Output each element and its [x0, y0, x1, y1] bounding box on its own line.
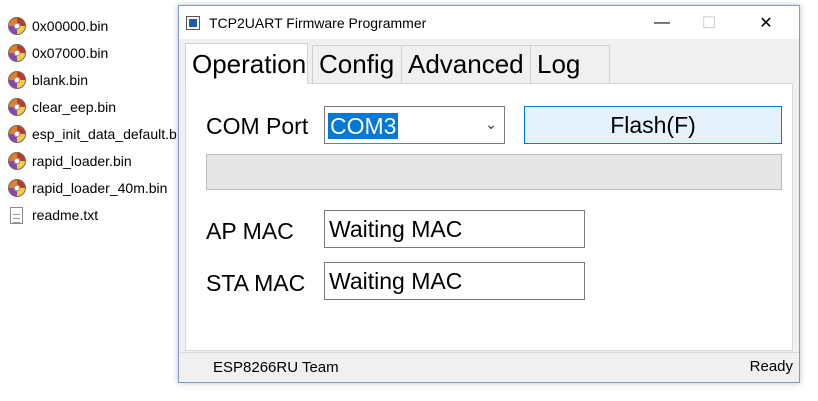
file-item-esp-init-data[interactable]: esp_init_data_default.b — [8, 123, 177, 145]
programmer-window: TCP2UART Firmware Programmer — ☐ ✕ Opera… — [178, 5, 800, 383]
close-button[interactable]: ✕ — [743, 6, 789, 39]
file-item-0x00000[interactable]: 0x00000.bin — [8, 15, 108, 37]
tab-operation[interactable]: Operation — [185, 43, 308, 84]
file-item-readme[interactable]: readme.txt — [8, 204, 98, 226]
sta-mac-field[interactable]: Waiting MAC — [324, 262, 585, 300]
flash-button[interactable]: Flash(F) — [524, 106, 782, 144]
file-name: rapid_loader.bin — [32, 153, 132, 169]
file-name: 0x07000.bin — [32, 45, 109, 61]
file-item-rapid-loader[interactable]: rapid_loader.bin — [8, 150, 132, 172]
disc-file-icon — [8, 44, 26, 62]
file-item-rapid-loader-40m[interactable]: rapid_loader_40m.bin — [8, 177, 167, 199]
minimize-button[interactable]: — — [639, 6, 685, 39]
status-team: ESP8266RU Team — [213, 359, 339, 376]
disc-file-icon — [8, 98, 26, 116]
disc-file-icon — [8, 125, 26, 143]
disc-file-icon — [8, 152, 26, 170]
status-state: Ready — [749, 358, 793, 375]
file-name: blank.bin — [32, 72, 89, 88]
window-title: TCP2UART Firmware Programmer — [209, 15, 427, 31]
file-item-0x07000[interactable]: 0x07000.bin — [8, 42, 108, 64]
explorer-file-list: 0x00000.bin 0x07000.bin blank.bin clear_… — [0, 0, 180, 401]
disc-file-icon — [8, 71, 26, 89]
file-item-clear-eep[interactable]: clear_eep.bin — [8, 96, 116, 118]
app-icon — [186, 16, 200, 30]
ap-mac-label: AP MAC — [206, 218, 294, 244]
text-file-icon — [10, 206, 23, 224]
ap-mac-field[interactable]: Waiting MAC — [324, 210, 585, 248]
disc-file-icon — [8, 17, 26, 35]
chevron-down-icon[interactable]: ⌄ — [485, 116, 497, 133]
tab-log[interactable]: Log — [530, 45, 610, 83]
flash-progress-bar — [206, 154, 782, 190]
disc-file-icon — [8, 179, 26, 197]
status-bar: ESP8266RU Team Ready — [179, 352, 799, 382]
operation-panel: COM Port COM3 ⌄ Flash(F) AP MAC Waiting … — [185, 83, 793, 351]
com-port-value: COM3 — [328, 113, 399, 139]
file-item-blank[interactable]: blank.bin — [8, 69, 88, 91]
com-port-label: COM Port — [206, 113, 309, 139]
file-name: 0x00000.bin — [32, 18, 109, 34]
file-name: clear_eep.bin — [32, 99, 117, 115]
tab-config[interactable]: Config — [312, 45, 402, 83]
title-bar[interactable]: TCP2UART Firmware Programmer — ☐ ✕ — [179, 6, 799, 39]
file-name: rapid_loader_40m.bin — [32, 180, 168, 196]
file-name: readme.txt — [32, 207, 99, 223]
maximize-button: ☐ — [701, 14, 717, 32]
file-name: esp_init_data_default.b — [32, 126, 177, 142]
tab-advanced[interactable]: Advanced — [401, 45, 531, 83]
sta-mac-label: STA MAC — [206, 270, 306, 296]
com-port-select[interactable]: COM3 ⌄ — [324, 106, 505, 144]
